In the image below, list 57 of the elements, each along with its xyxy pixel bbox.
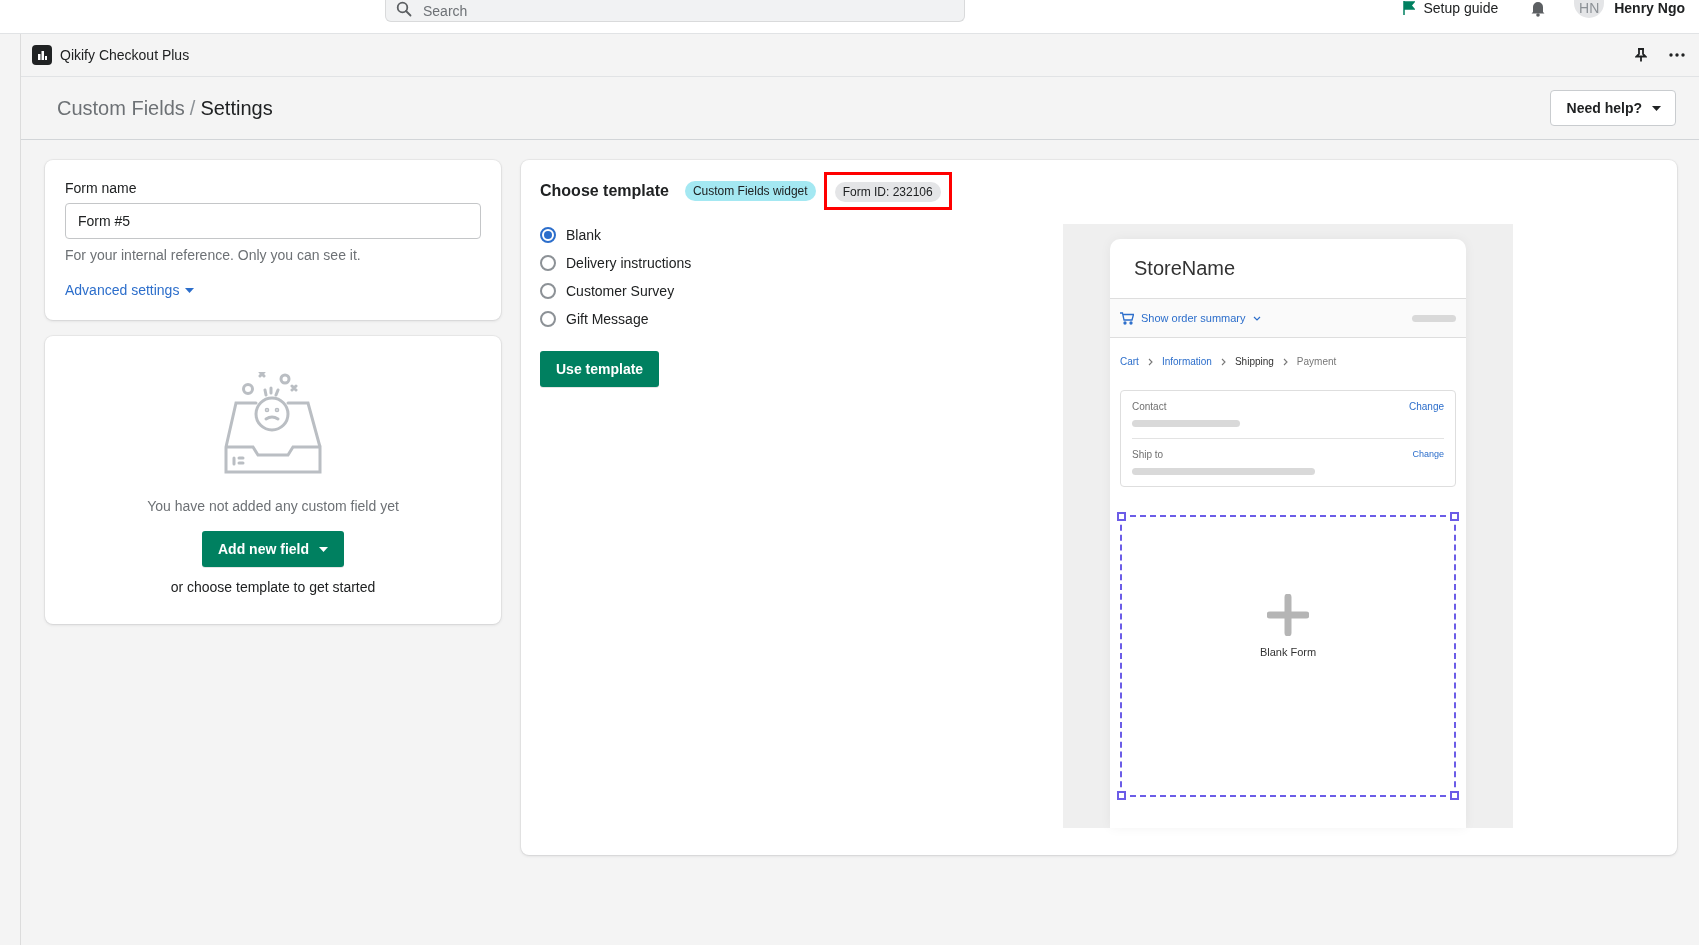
- resize-handle[interactable]: [1450, 791, 1459, 800]
- breadcrumb-link[interactable]: Custom Fields: [57, 96, 185, 120]
- radio-button[interactable]: [540, 227, 556, 243]
- section-label: Contact: [1132, 401, 1167, 412]
- page-title: Settings: [200, 96, 273, 120]
- checkout-step: Information: [1161, 356, 1212, 367]
- resize-handle[interactable]: [1117, 512, 1126, 521]
- chevron-right-icon: [1220, 357, 1226, 366]
- radio-button[interactable]: [540, 311, 556, 327]
- advanced-settings-link[interactable]: Advanced settings: [65, 282, 195, 298]
- badge: Custom Fields widget: [684, 181, 816, 201]
- search-field[interactable]: Search: [385, 0, 965, 22]
- checkout-step: Payment: [1296, 356, 1337, 367]
- section-title: Choose template: [540, 182, 669, 200]
- app-logo-icon: [32, 45, 52, 65]
- help-text: For your internal reference. Only you can see it.: [65, 247, 361, 263]
- section-label: Ship to: [1132, 449, 1164, 460]
- app-title: Qikify Checkout Plus: [60, 47, 190, 63]
- breadcrumb-separator: /: [189, 96, 196, 120]
- option-label[interactable]: Blank: [566, 227, 602, 243]
- need-help-button[interactable]: Need help?: [1549, 90, 1676, 126]
- flag-icon: [1403, 1, 1416, 15]
- more-icon[interactable]: [1669, 53, 1685, 57]
- caret-icon: [319, 546, 328, 552]
- chevron-down-icon: [1252, 315, 1261, 321]
- option-label[interactable]: Customer Survey: [566, 283, 675, 299]
- radio-button[interactable]: [540, 255, 556, 271]
- chevron-right-icon: [1282, 357, 1288, 366]
- option-label[interactable]: Delivery instructions: [566, 255, 692, 271]
- empty-message: You have not added any custom field yet: [147, 498, 399, 514]
- placeholder-bar: [1412, 314, 1456, 322]
- order-summary-link[interactable]: Show order summary: [1141, 312, 1246, 324]
- badge: Form ID: 232106: [834, 182, 941, 202]
- change-link[interactable]: Change: [1408, 401, 1444, 412]
- user-name[interactable]: Henry Ngo: [1614, 0, 1685, 16]
- option-label[interactable]: Gift Message: [566, 311, 649, 327]
- checkout-step: Shipping: [1234, 356, 1274, 367]
- plus-icon: [1267, 594, 1309, 636]
- add-new-field-button[interactable]: Add new field: [202, 531, 344, 567]
- caret-icon: [185, 287, 195, 293]
- caret-icon: [1652, 105, 1661, 111]
- setup-guide-link[interactable]: Setup guide: [1403, 0, 1499, 16]
- pin-icon[interactable]: [1635, 48, 1647, 62]
- form-name-field[interactable]: Form #5: [65, 203, 481, 239]
- field-label: Form name: [65, 180, 137, 196]
- radio-button[interactable]: [540, 283, 556, 299]
- resize-handle[interactable]: [1117, 791, 1126, 800]
- resize-handle[interactable]: [1450, 512, 1459, 521]
- use-template-button[interactable]: Use template: [540, 351, 660, 387]
- bell-icon[interactable]: [1530, 0, 1547, 17]
- checkout-step: Cart: [1120, 356, 1139, 367]
- blank-form-label: Blank Form: [1259, 646, 1317, 658]
- change-link[interactable]: Change: [1412, 449, 1444, 460]
- chevron-right-icon: [1147, 357, 1153, 366]
- cart-icon: [1120, 311, 1134, 325]
- hint-text: or choose template to get started: [170, 579, 376, 595]
- search-icon: [396, 1, 412, 17]
